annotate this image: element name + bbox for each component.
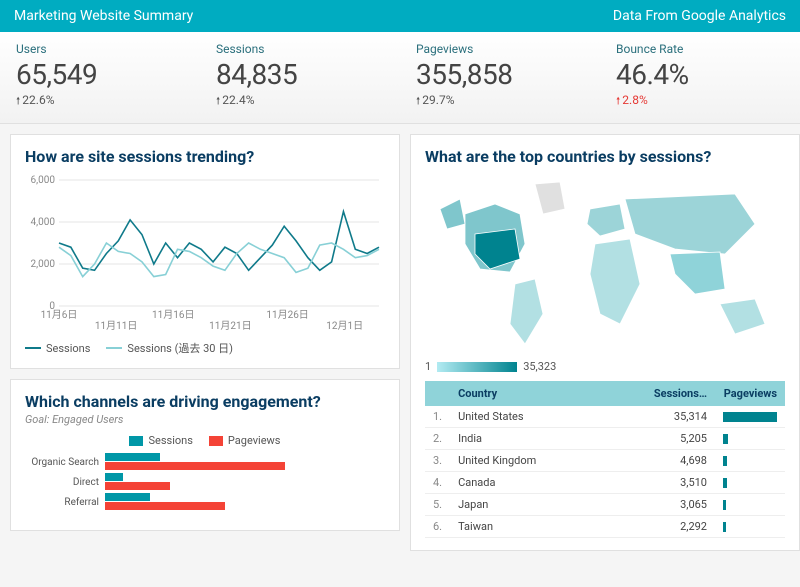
col-sessions[interactable]: Sessions… (646, 381, 715, 406)
card-title: What are the top countries by sessions? (425, 147, 785, 166)
cell-sessions: 35,314 (646, 406, 715, 428)
cell-rank: 4. (425, 472, 450, 494)
kpi-label: Bounce Rate (616, 42, 784, 56)
svg-text:11月21日: 11月21日 (209, 320, 251, 332)
svg-text:11月6日: 11月6日 (41, 309, 78, 321)
cell-rank: 3. (425, 450, 450, 472)
cell-country: India (450, 428, 646, 450)
line-chart-legend: Sessions Sessions (過去 30 日) (25, 340, 385, 356)
cell-sessions: 2,292 (646, 516, 715, 538)
sessions-trend-card: How are site sessions trending? 02,0004,… (10, 134, 400, 369)
table-row[interactable]: 1. United States 35,314 (425, 406, 785, 428)
cell-country: Taiwan (450, 516, 646, 538)
cell-rank: 6. (425, 516, 450, 538)
gradient-bar-icon (437, 362, 517, 372)
world-map[interactable] (425, 174, 785, 354)
arrow-up-icon: 🠕 (616, 96, 620, 107)
header-bar: Marketing Website Summary Data From Goog… (0, 0, 800, 32)
table-row[interactable]: 4. Canada 3,510 (425, 472, 785, 494)
arrow-up-icon: 🠕 (216, 96, 220, 107)
card-title: How are site sessions trending? (25, 147, 385, 166)
kpi-sessions[interactable]: Sessions 84,835 🠕22.4% (200, 32, 400, 123)
cell-pageviews (715, 472, 785, 494)
kpi-delta: 🠕29.7% (416, 93, 584, 111)
cell-rank: 1. (425, 406, 450, 428)
kpi-label: Users (16, 42, 184, 56)
kpi-value: 355,858 (416, 58, 584, 91)
cell-rank: 5. (425, 494, 450, 516)
table-row[interactable]: 5. Japan 3,065 (425, 494, 785, 516)
svg-text:11月26日: 11月26日 (266, 309, 308, 321)
cell-rank: 2. (425, 428, 450, 450)
svg-text:2,000: 2,000 (31, 259, 56, 270)
cell-pageviews (715, 406, 785, 428)
kpi-pageviews[interactable]: Pageviews 355,858 🠕29.7% (400, 32, 600, 123)
kpi-value: 84,835 (216, 58, 384, 91)
kpi-label: Pageviews (416, 42, 584, 56)
col-country[interactable]: Country (450, 381, 646, 406)
card-title: Which channels are driving engagement? (25, 392, 385, 411)
channels-card: Which channels are driving engagement? G… (10, 379, 400, 531)
cell-sessions: 4,698 (646, 450, 715, 472)
kpi-label: Sessions (216, 42, 384, 56)
countries-card: What are the top countries by sessions? … (410, 134, 800, 551)
svg-text:4,000: 4,000 (31, 217, 56, 228)
cell-pageviews (715, 428, 785, 450)
cell-country: United Kingdom (450, 450, 646, 472)
cell-pageviews (715, 494, 785, 516)
kpi-value: 65,549 (16, 58, 184, 91)
sessions-line-chart[interactable]: 02,0004,0006,00011月6日11月11日11月16日11月21日1… (25, 174, 385, 334)
arrow-up-icon: 🠕 (416, 96, 420, 107)
data-source-label: Data From Google Analytics (613, 8, 786, 24)
kpi-delta: 🠕22.6% (16, 93, 184, 111)
svg-text:Referral: Referral (64, 496, 99, 508)
page-title: Marketing Website Summary (14, 8, 193, 24)
cell-country: Canada (450, 472, 646, 494)
arrow-up-icon: 🠕 (16, 96, 20, 107)
svg-text:Organic Search: Organic Search (31, 457, 99, 468)
countries-table: Country Sessions… Pageviews 1. United St… (425, 381, 785, 538)
col-pageviews[interactable]: Pageviews (715, 381, 785, 406)
table-row[interactable]: 6. Taiwan 2,292 (425, 516, 785, 538)
kpi-delta: 🠕2.8% (616, 93, 784, 111)
svg-text:Direct: Direct (73, 477, 99, 488)
legend-swatch-icon (209, 436, 223, 446)
kpi-delta: 🠕22.4% (216, 93, 384, 111)
main-content: How are site sessions trending? 02,0004,… (0, 124, 800, 561)
svg-text:11月11日: 11月11日 (95, 320, 137, 332)
bar-chart-legend: Sessions Pageviews (25, 434, 385, 447)
kpi-bar: Users 65,549 🠕22.6% Sessions 84,835 🠕22.… (0, 32, 800, 124)
cell-pageviews (715, 450, 785, 472)
svg-text:12月1日: 12月1日 (326, 320, 363, 332)
cell-country: Japan (450, 494, 646, 516)
svg-text:6,000: 6,000 (31, 175, 56, 186)
legend-swatch-icon (106, 347, 122, 349)
cell-pageviews (715, 516, 785, 538)
kpi-bounce-rate[interactable]: Bounce Rate 46.4% 🠕2.8% (600, 32, 800, 123)
legend-swatch-icon (25, 347, 41, 349)
cell-sessions: 3,510 (646, 472, 715, 494)
cell-country: United States (450, 406, 646, 428)
map-legend: 1 35,323 (425, 360, 785, 373)
card-subtitle: Goal: Engaged Users (25, 413, 385, 426)
col-rank[interactable] (425, 381, 450, 406)
table-row[interactable]: 3. United Kingdom 4,698 (425, 450, 785, 472)
channels-bar-chart[interactable]: Organic Search Direct Referral (25, 453, 385, 518)
cell-sessions: 3,065 (646, 494, 715, 516)
table-row[interactable]: 2. India 5,205 (425, 428, 785, 450)
kpi-users[interactable]: Users 65,549 🠕22.6% (0, 32, 200, 123)
cell-sessions: 5,205 (646, 428, 715, 450)
svg-text:11月16日: 11月16日 (152, 309, 194, 321)
kpi-value: 46.4% (616, 58, 784, 91)
legend-swatch-icon (129, 436, 143, 446)
